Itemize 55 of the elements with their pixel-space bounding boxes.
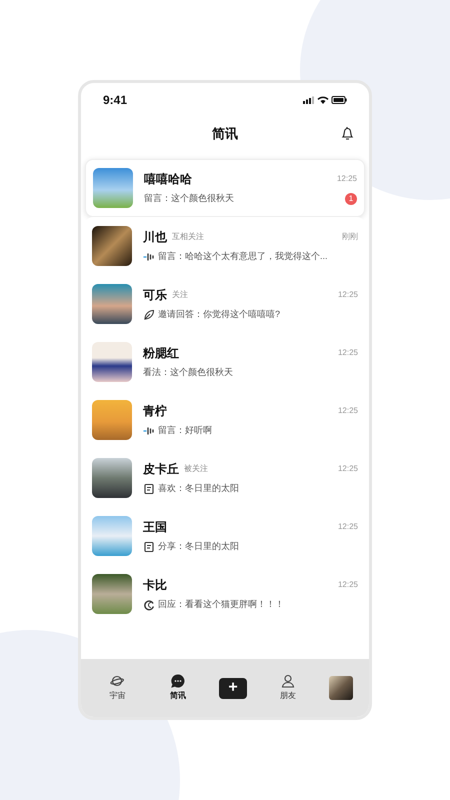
- document-icon: [143, 541, 155, 553]
- message-time: 12:25: [336, 173, 357, 186]
- message-time: 12:25: [338, 289, 358, 302]
- chat-bubble-icon: [171, 674, 186, 688]
- tab-item[interactable]: 简讯: [158, 674, 198, 702]
- tab-item[interactable]: 朋友: [268, 674, 308, 702]
- contact-name: 粉腮红: [143, 345, 179, 362]
- avatar-photo: [92, 400, 132, 440]
- message-time: 12:25: [338, 579, 358, 592]
- profile-avatar[interactable]: [328, 676, 353, 700]
- message-time: 12:25: [338, 405, 358, 418]
- message-preview: 留言：这个颜色很秋天: [144, 192, 234, 206]
- contact-name: 嘻嘻哈哈: [144, 171, 192, 188]
- person-icon: [280, 674, 295, 688]
- status-time: 9:41: [103, 92, 128, 109]
- message-time: 12:25: [338, 347, 358, 360]
- message-time: 12:25: [338, 463, 358, 476]
- follow-tag: 互相关注: [172, 231, 204, 244]
- message-preview: 分享：冬日里的太阳: [158, 540, 239, 554]
- add-button[interactable]: +: [218, 678, 247, 698]
- contact-name: 王国: [143, 519, 167, 536]
- voice-wave-icon: [143, 425, 155, 437]
- avatar-photo: [92, 516, 132, 556]
- tab-item[interactable]: 宇宙: [97, 674, 138, 702]
- message-preview: 留言：好听啊: [158, 424, 212, 438]
- avatar-photo: [93, 168, 133, 208]
- follow-tag: 被关注: [184, 463, 208, 476]
- unread-badge: 1: [345, 193, 357, 205]
- avatar-photo: [92, 342, 132, 382]
- message-preview: 留言：哈哈这个太有意思了，我觉得这个...: [158, 250, 328, 264]
- contact-name: 卡比: [143, 577, 167, 594]
- bell-icon[interactable]: [340, 126, 355, 141]
- planet-icon: [110, 674, 124, 688]
- message-preview: 邀请回答：你觉得这个嘻嘻嘻?: [158, 308, 280, 322]
- status-icons: [303, 95, 347, 105]
- contact-name: 皮卡丘: [143, 461, 179, 478]
- refresh-icon: [143, 599, 155, 611]
- avatar-photo: [92, 284, 132, 324]
- message-row[interactable]: 嘻嘻哈哈 12:25 留言：这个颜色很秋天 1: [85, 159, 365, 217]
- contact-name: 可乐: [143, 287, 167, 304]
- follow-tag: 关注: [172, 289, 188, 302]
- avatar-photo: [92, 458, 132, 498]
- message-preview: 喜欢：冬日里的太阳: [158, 482, 239, 496]
- message-time: 刚刚: [342, 231, 358, 244]
- avatar-photo: [92, 574, 132, 614]
- message-time: 12:25: [338, 521, 358, 534]
- contact-name: 青柠: [143, 403, 167, 420]
- voice-wave-icon: [143, 251, 155, 263]
- page-title: 简讯: [212, 125, 238, 144]
- contact-name: 川也: [143, 229, 167, 246]
- message-preview: 回应：看看这个猫更胖啊！！！: [158, 598, 284, 612]
- feather-icon: [143, 309, 155, 321]
- document-icon: [143, 483, 155, 495]
- avatar-photo: [92, 226, 132, 266]
- message-preview: 看法：这个颜色很秋天: [143, 366, 233, 380]
